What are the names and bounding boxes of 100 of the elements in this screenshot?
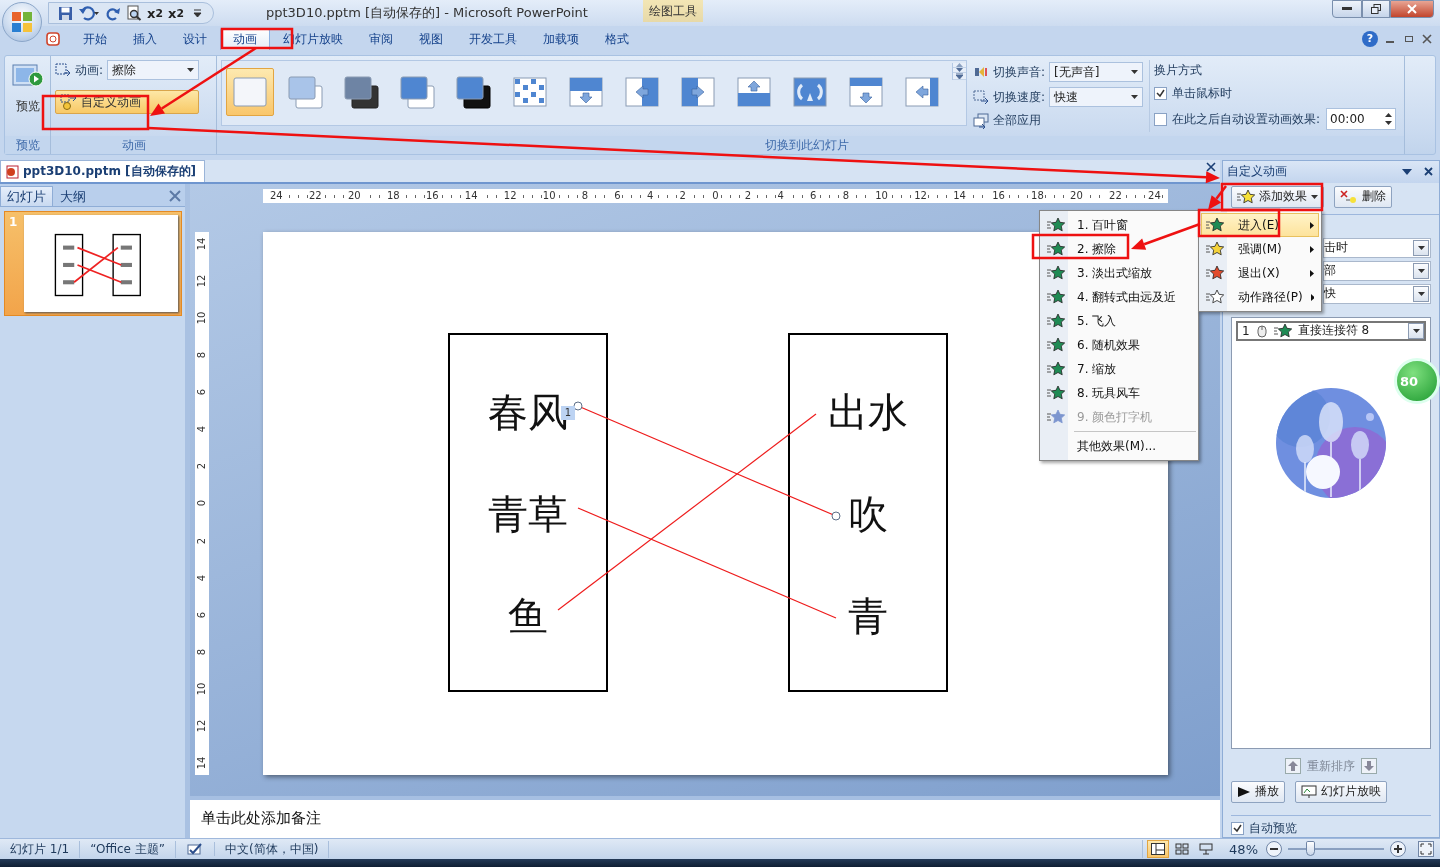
- add-effect-button[interactable]: 添加效果: [1231, 185, 1324, 208]
- presentation-file-icon: [5, 164, 19, 179]
- menu-item[interactable]: 进入(E): [1201, 213, 1319, 237]
- submenu-arrow-icon: [1310, 269, 1314, 277]
- auto-advance-checkbox[interactable]: 在此之后自动设置动画效果:: [1154, 110, 1321, 128]
- fit-window-icon[interactable]: [1418, 841, 1434, 857]
- menu-item[interactable]: 其他效果(M)...: [1042, 434, 1196, 458]
- pane-tab[interactable]: 大纲: [53, 186, 93, 206]
- ruler-number: 6: [196, 611, 208, 618]
- ruler-number: 2: [196, 537, 208, 544]
- ruler-number: 6: [809, 190, 818, 202]
- zoom-in-button[interactable]: [1390, 841, 1406, 857]
- star-icon: [1237, 188, 1255, 205]
- pane-tab[interactable]: 幻灯片: [0, 186, 53, 206]
- toolbar-button[interactable]: [57, 4, 73, 22]
- star-icon: [1047, 241, 1065, 257]
- play-button[interactable]: 播放: [1231, 781, 1285, 803]
- menu-item[interactable]: 强调(M): [1201, 237, 1319, 261]
- ribbon-tab[interactable]: 格式: [592, 28, 642, 50]
- office-button[interactable]: [2, 2, 42, 42]
- ruler-number: 22: [1108, 190, 1123, 202]
- time-spinner[interactable]: 00:00: [1326, 108, 1397, 130]
- menu-item[interactable]: 3. 淡出式缩放: [1042, 261, 1196, 285]
- close-button[interactable]: [1390, 0, 1434, 18]
- group-label: 预览: [5, 136, 50, 154]
- slide-text: 青草: [488, 490, 568, 539]
- help-button[interactable]: ?: [1362, 31, 1378, 47]
- status-text: “Office 主题”: [80, 840, 176, 858]
- delete-button[interactable]: 删除: [1334, 185, 1392, 208]
- menu-item[interactable]: 退出(X): [1201, 261, 1319, 285]
- menu-item[interactable]: 动作路径(P): [1201, 285, 1319, 309]
- ruler-number: 10: [874, 190, 889, 202]
- ribbon-tab[interactable]: 开始: [70, 28, 120, 50]
- ribbon-tab[interactable]: 插入: [120, 28, 170, 50]
- ribbon-tab[interactable]: 开发工具: [456, 28, 530, 50]
- ribbon-tab[interactable]: 视图: [406, 28, 456, 50]
- settings-dropdown[interactable]: 击时: [1323, 238, 1431, 258]
- ribbon-tab[interactable]: 加载项: [530, 28, 592, 50]
- auto-preview-checkbox[interactable]: 自动预览: [1223, 820, 1439, 837]
- close-icon[interactable]: [1424, 167, 1433, 177]
- check-icon: [1233, 824, 1242, 833]
- animation-dropdown[interactable]: 擦除: [107, 60, 200, 80]
- reorder-label: 重新排序: [1307, 757, 1355, 775]
- settings-dropdown[interactable]: 部: [1323, 260, 1431, 281]
- move-up-icon[interactable]: [1285, 758, 1301, 775]
- slide-transition-icon: [286, 73, 326, 111]
- settings-dropdown[interactable]: 快: [1323, 283, 1431, 304]
- caret-icon: [1417, 246, 1425, 250]
- slideshow-button[interactable]: 幻灯片放映: [1295, 781, 1387, 803]
- transition-thumbnail[interactable]: [226, 68, 274, 116]
- preview-button[interactable]: 预览: [9, 60, 46, 132]
- menu-item[interactable]: 7. 缩放: [1042, 357, 1196, 381]
- ruler-number: 14: [196, 237, 208, 251]
- menu-item[interactable]: 2. 擦除: [1042, 237, 1196, 261]
- star-icon: [1206, 265, 1224, 281]
- menu-item[interactable]: 5. 飞入: [1042, 309, 1196, 333]
- caret-icon: [1131, 95, 1139, 99]
- document-tab[interactable]: ppt3D10.pptm [自动保存的]: [0, 160, 206, 182]
- close-icon[interactable]: [1206, 162, 1216, 172]
- menu-item[interactable]: 1. 百叶窗: [1042, 213, 1196, 237]
- view-button[interactable]: [1147, 840, 1170, 858]
- caret-icon: [1311, 194, 1318, 199]
- apply-all-button[interactable]: 全部应用: [973, 112, 1144, 129]
- slider-thumb[interactable]: [1306, 841, 1316, 856]
- toolbar-button[interactable]: [126, 4, 142, 22]
- close-icon[interactable]: [1422, 34, 1432, 44]
- star-icon: [1047, 361, 1065, 377]
- animation-icon: [55, 63, 71, 77]
- minimize-button[interactable]: [1332, 0, 1362, 18]
- ruler-number: 8: [580, 190, 590, 202]
- ruler-number: 20: [1069, 190, 1084, 202]
- ruler-number: 10: [196, 311, 208, 325]
- on-click-checkbox[interactable]: 单击鼠标时: [1154, 85, 1400, 102]
- projector-screen-icon: [1199, 843, 1214, 855]
- status-text: 幻灯片 1/1: [0, 840, 81, 858]
- mouse-icon: [1255, 324, 1268, 338]
- ruler-number: 22: [307, 190, 323, 202]
- pane-menu-icon[interactable]: [1402, 168, 1412, 175]
- restore-icon[interactable]: [1404, 34, 1414, 44]
- effect-list-item[interactable]: 1 直接连接符 8: [1236, 321, 1426, 341]
- caret-icon: [1417, 268, 1425, 273]
- ribbon-tab[interactable]: 审阅: [356, 28, 406, 50]
- ruler-number: 24: [269, 190, 284, 202]
- notes-field[interactable]: 单击此处添加备注: [190, 796, 1220, 838]
- ruler-number: 12: [196, 719, 208, 733]
- speed-dropdown[interactable]: 快速: [1049, 87, 1144, 107]
- slide-transition-icon: [454, 73, 494, 111]
- move-down-icon[interactable]: [1361, 758, 1377, 775]
- menu-item[interactable]: 6. 随机效果: [1042, 333, 1196, 357]
- menu-item[interactable]: 4. 翻转式由远及近: [1042, 285, 1196, 309]
- ruler-number: 12: [196, 274, 208, 288]
- field-label: 切换速度:: [993, 88, 1046, 106]
- submenu-arrow-icon: [1310, 245, 1314, 253]
- menu-item[interactable]: 8. 玩具风车: [1042, 381, 1196, 405]
- zoom-out-button[interactable]: [1266, 841, 1282, 857]
- restore-button[interactable]: [1362, 0, 1390, 18]
- effect-order: 1: [1242, 324, 1250, 338]
- sound-dropdown[interactable]: [无声音]: [1049, 62, 1144, 82]
- ruler-number: 2: [678, 190, 687, 202]
- ribbon-tab[interactable]: 设计: [170, 28, 220, 50]
